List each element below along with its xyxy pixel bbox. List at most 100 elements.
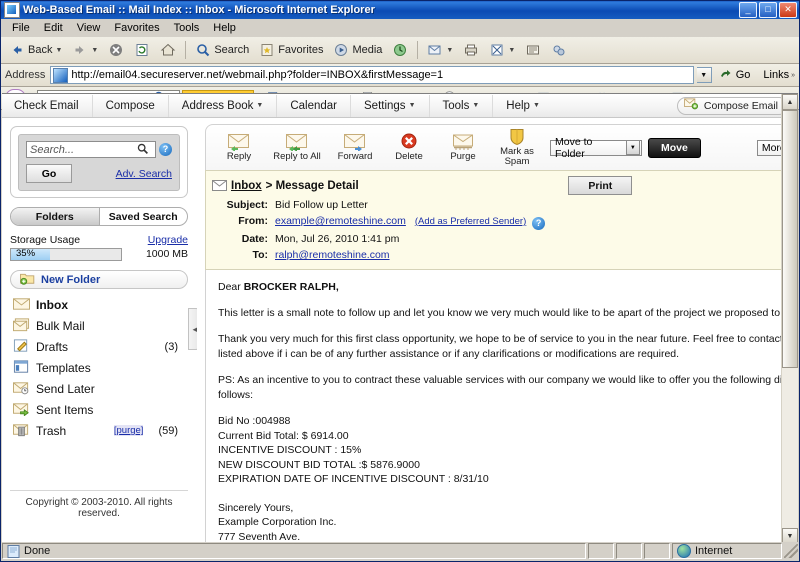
reply-all-button[interactable]: Reply to All (266, 133, 328, 162)
upgrade-link[interactable]: Upgrade (148, 234, 188, 246)
mark-as-spam-button[interactable]: Mark as Spam (490, 128, 544, 167)
refresh-button[interactable] (130, 40, 154, 60)
media-button[interactable]: Media (329, 40, 386, 60)
chevron-down-icon[interactable]: ▼ (55, 47, 62, 54)
folder-item-inbox[interactable]: Inbox (10, 294, 188, 315)
stop-icon (108, 42, 124, 58)
print-button[interactable] (459, 40, 483, 60)
tab-saved-search[interactable]: Saved Search (100, 208, 188, 225)
search-go-button[interactable]: Go (26, 164, 72, 183)
address-dropdown-button[interactable]: ▼ (696, 67, 712, 83)
messenger-button[interactable] (547, 40, 571, 60)
edit-page-icon (489, 42, 505, 58)
purge-envelope-icon (451, 133, 475, 151)
delete-button[interactable]: Delete (382, 133, 436, 162)
trash-purge-link[interactable]: [purge] (113, 425, 144, 436)
go-button[interactable]: Go (715, 67, 757, 83)
discuss-button[interactable] (521, 40, 545, 60)
nav-label: Help (506, 99, 530, 112)
go-label: Go (735, 69, 751, 81)
window-titlebar: Web-Based Email :: Mail Index :: Inbox -… (1, 1, 799, 19)
field-value: ralph@remoteshine.com (275, 249, 390, 262)
folder-item-templates[interactable]: Templates (10, 357, 188, 378)
nav-help[interactable]: Help ▼ (493, 95, 553, 117)
drafts-pencil-icon (13, 338, 29, 355)
folder-item-sent-items[interactable]: Sent Items (10, 399, 188, 420)
bid-line: Current Bid Total: $ 6914.00 (218, 429, 349, 442)
back-button[interactable]: Back ▼ (5, 40, 66, 60)
menu-favorites[interactable]: Favorites (107, 21, 166, 35)
message-field-to: To: ralph@remoteshine.com (212, 249, 798, 262)
new-folder-button[interactable]: New Folder (10, 270, 188, 289)
move-button[interactable]: Move (648, 137, 701, 158)
folder-count: (59) (158, 424, 178, 437)
signature-line: Example Corporation Inc. (218, 516, 337, 528)
page-scroll-thumb[interactable] (782, 110, 798, 368)
purge-button[interactable]: Purge (436, 133, 490, 162)
minimize-button[interactable]: _ (739, 2, 757, 18)
menu-file[interactable]: File (5, 21, 37, 35)
history-button[interactable] (388, 40, 412, 60)
address-input[interactable]: http://email04.secureserver.net/webmail.… (50, 66, 694, 84)
folder-item-drafts[interactable]: Drafts (3) (10, 336, 188, 357)
links-button[interactable]: Links » (759, 69, 799, 81)
add-preferred-sender-link[interactable]: (Add as Preferred Sender) (409, 216, 526, 227)
edit-button[interactable]: ▼ (485, 40, 519, 60)
maximize-button[interactable]: □ (759, 2, 777, 18)
chevron-down-icon[interactable]: ▼ (508, 47, 515, 54)
from-email-link[interactable]: example@remoteshine.com (275, 215, 406, 227)
sent-items-arrow-icon (13, 402, 29, 418)
nav-address-book[interactable]: Address Book ▼ (169, 94, 278, 117)
folder-item-trash[interactable]: Trash [purge] (59) (10, 420, 188, 441)
chevron-down-icon[interactable]: ▼ (91, 47, 98, 54)
status-message-cell: Done (2, 543, 586, 559)
nav-settings[interactable]: Settings ▼ (351, 94, 430, 117)
tab-folders[interactable]: Folders (11, 208, 100, 225)
page-scroll-up-button[interactable]: ▲ (782, 94, 798, 110)
search-input[interactable]: Search... (26, 141, 156, 158)
preferred-sender-help-icon[interactable]: ? (532, 217, 546, 230)
media-label: Media (352, 44, 383, 56)
resize-grip[interactable] (784, 544, 798, 558)
chevron-down-icon: ▼ (532, 102, 540, 109)
discuss-icon (525, 42, 541, 58)
sidebar-search-actions: Go Adv. Search (26, 164, 172, 183)
breadcrumb-inbox-link[interactable]: Inbox (231, 180, 262, 192)
nav-tools[interactable]: Tools ▼ (430, 94, 494, 117)
menu-edit[interactable]: Edit (37, 21, 70, 35)
message-field-subject: Subject: Bid Follow up Letter (212, 199, 798, 212)
breadcrumb: Inbox > Message Detail (212, 180, 359, 192)
menu-help[interactable]: Help (206, 21, 243, 35)
search-help-icon[interactable]: ? (159, 143, 172, 156)
move-to-folder-select[interactable]: Move to Folder ▼ (550, 136, 642, 160)
chevron-down-icon[interactable]: ▼ (446, 47, 453, 54)
print-button[interactable]: Print (568, 176, 633, 195)
folder-item-send-later[interactable]: Send Later (10, 378, 188, 399)
menu-view[interactable]: View (70, 21, 108, 35)
menu-tools[interactable]: Tools (167, 21, 207, 35)
breadcrumb-envelope-icon (212, 180, 227, 191)
search-button[interactable]: Search (191, 40, 253, 60)
nav-label: Tools (442, 99, 470, 112)
nav-check-email[interactable]: Check Email (8, 94, 93, 117)
storage-meter-row: 35% 1000 MB (10, 246, 188, 261)
forward-button[interactable]: ▼ (68, 40, 102, 60)
to-email-link[interactable]: ralph@remoteshine.com (275, 249, 390, 261)
page-scrollbar[interactable]: ▲ ▼ (781, 94, 798, 544)
close-button[interactable]: ✕ (779, 2, 797, 18)
page-scroll-track[interactable] (782, 110, 798, 528)
search-icon[interactable] (136, 142, 152, 158)
nav-compose[interactable]: Compose (93, 94, 169, 117)
address-url: http://email04.secureserver.net/webmail.… (71, 69, 444, 81)
nav-calendar[interactable]: Calendar (277, 94, 351, 117)
compose-email-button[interactable]: Compose Email (676, 96, 788, 115)
home-button[interactable] (156, 40, 180, 60)
new-folder-icon (20, 272, 36, 288)
forward-button[interactable]: Forward (328, 133, 382, 162)
favorites-button[interactable]: Favorites (255, 40, 327, 60)
mail-button[interactable]: ▼ (423, 40, 457, 60)
stop-button[interactable] (104, 40, 128, 60)
folder-item-bulk-mail[interactable]: Bulk Mail (10, 315, 188, 336)
reply-button[interactable]: Reply (212, 133, 266, 162)
advanced-search-link[interactable]: Adv. Search (116, 168, 172, 180)
